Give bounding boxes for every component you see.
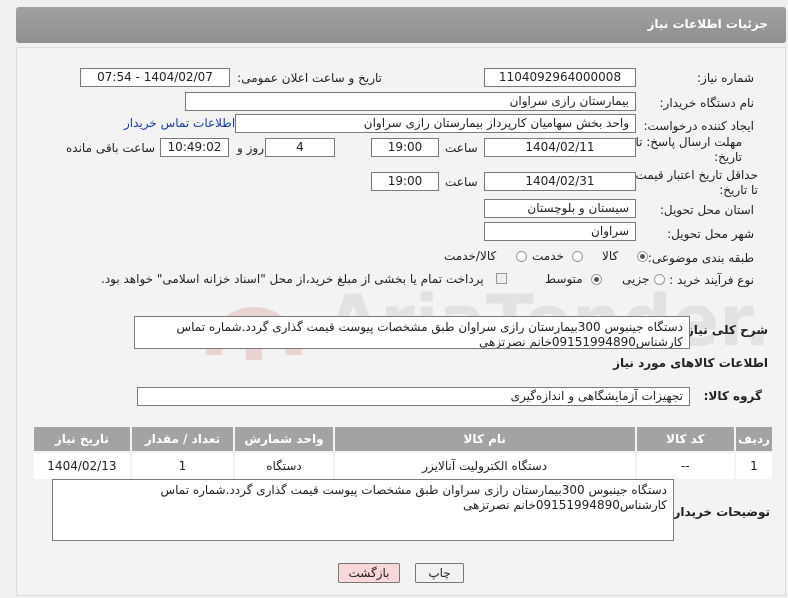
col-goods-code: کد کالا xyxy=(634,425,736,453)
deadline-time-label: ساعت xyxy=(445,141,478,155)
goods-group-field[interactable]: تجهیزات آزمایشگاهی و اندازه‌گیری xyxy=(137,387,690,406)
city-label: شهر محل تحویل: xyxy=(667,227,754,241)
announce-date-label: تاریخ و ساعت اعلان عمومی: xyxy=(237,71,382,85)
col-unit: واحد شمارش xyxy=(233,425,335,453)
goods-table: تاریخ نیاز تعداد / مقدار واحد شمارش نام … xyxy=(32,425,775,481)
price-validity-label: حداقل تاریخ اعتبار قیمت: تا تاریخ: xyxy=(631,168,758,197)
description-textarea[interactable]: دستگاه جینبوس 300بیمارستان رازی سراوان ط… xyxy=(134,316,690,349)
goods-table-header: تاریخ نیاز تعداد / مقدار واحد شمارش نام … xyxy=(32,425,775,453)
cell-goods-name: دستگاه الکترولیت آنالایزر xyxy=(332,451,637,481)
price-validity-date-field[interactable]: 1404/02/31 xyxy=(484,172,636,191)
announce-date-field[interactable]: 1404/02/07 - 07:54 xyxy=(80,68,230,87)
city-field[interactable]: سراوان xyxy=(484,222,636,241)
col-goods-name: نام کالا xyxy=(332,425,637,453)
deadline-time-field[interactable]: 19:00 xyxy=(371,138,439,157)
category-radio-both[interactable] xyxy=(516,251,527,262)
remaining-time-field[interactable]: 10:49:02 xyxy=(160,138,229,157)
print-button[interactable]: چاپ xyxy=(415,563,464,583)
treasury-payment-note: پرداخت تمام یا بخشی از مبلغ خرید،از محل … xyxy=(101,272,484,286)
process-radio-minor[interactable] xyxy=(654,274,665,285)
buyer-org-field[interactable]: بیمارستان رازی سراوان xyxy=(185,92,636,111)
creator-field[interactable]: واحد بخش سهامیان کارپرداز بیمارستان رازی… xyxy=(235,114,636,133)
category-option-both: کالا/خدمت xyxy=(444,249,497,263)
cell-goods-code: -- xyxy=(634,451,736,481)
goods-section-title: اطلاعات کالاهای مورد نیاز xyxy=(613,356,768,370)
category-option-goods: کالا xyxy=(602,249,619,263)
process-radio-medium[interactable] xyxy=(591,274,602,285)
buyer-org-label: نام دستگاه خریدار: xyxy=(659,96,755,110)
cell-unit: دستگاه xyxy=(233,451,335,481)
back-button[interactable]: بازگشت xyxy=(338,563,400,583)
buyer-contact-link[interactable]: اطلاعات تماس خریدار xyxy=(124,116,235,130)
category-radio-goods[interactable] xyxy=(637,251,648,262)
col-quantity: تعداد / مقدار xyxy=(129,425,236,453)
goods-group-label: گروه کالا: xyxy=(703,389,762,403)
days-label: روز و xyxy=(237,141,264,155)
category-label: طبقه بندی موضوعی: xyxy=(647,251,754,265)
deadline-date-field[interactable]: 1404/02/11 xyxy=(484,138,636,157)
price-validity-time-field[interactable]: 19:00 xyxy=(371,172,439,191)
need-number-field[interactable]: 1104092964000008 xyxy=(484,68,636,87)
price-validity-time-label: ساعت xyxy=(445,175,478,189)
creator-label: ایجاد کننده درخواست: xyxy=(643,119,754,133)
table-row[interactable]: 1404/02/13 1 دستگاه دستگاه الکترولیت آنا… xyxy=(32,451,775,481)
process-label: نوع فرآیند خرید : xyxy=(669,273,754,287)
need-number-label: شماره نیاز: xyxy=(697,71,754,85)
process-option-medium: متوسط xyxy=(545,272,583,286)
col-need-date: تاریخ نیاز xyxy=(32,425,132,453)
category-option-service: خدمت xyxy=(532,249,564,263)
col-row-number: ردیف xyxy=(733,425,775,453)
buyer-notes-label: توضیحات خریدار: xyxy=(668,505,770,519)
cell-row-number: 1 xyxy=(733,451,775,481)
buyer-notes-textarea[interactable]: دستگاه جینبوس 300بیمارستان رازی سراوان ط… xyxy=(52,479,674,541)
deadline-label: مهلت ارسال پاسخ: تا تاریخ: xyxy=(635,135,742,164)
description-label: شرح کلی نیاز: xyxy=(682,323,768,337)
province-label: استان محل تحویل: xyxy=(659,203,754,217)
page-header: جزئیات اطلاعات نیاز xyxy=(16,7,786,43)
page-title: جزئیات اطلاعات نیاز xyxy=(647,17,768,31)
process-option-minor: جزیی xyxy=(622,272,650,286)
cell-quantity: 1 xyxy=(129,451,236,481)
province-field[interactable]: سیستان و بلوچستان xyxy=(484,199,636,218)
category-radio-service[interactable] xyxy=(572,251,583,262)
days-field[interactable]: 4 xyxy=(265,138,335,157)
cell-need-date: 1404/02/13 xyxy=(32,451,132,481)
remaining-label: ساعت باقی مانده xyxy=(66,141,156,155)
treasury-payment-checkbox[interactable] xyxy=(496,273,507,284)
